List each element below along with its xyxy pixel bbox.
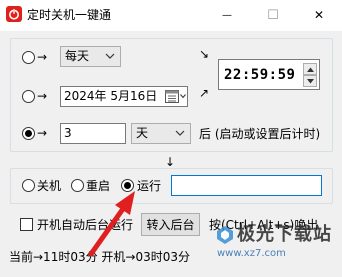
unit-dropdown-value: 天 [136, 126, 149, 140]
watermark-icon [217, 226, 233, 244]
watermark-url: www.xz7.com [217, 248, 286, 259]
chevron-down-icon [175, 130, 185, 136]
run-target-input[interactable] [171, 175, 322, 196]
countdown-value: 3 [64, 126, 72, 140]
repeat-dropdown-value: 每天 [65, 49, 90, 63]
annotation-arrow-icon [88, 191, 135, 257]
date-picker-value: 2024年 5月16日 [64, 89, 158, 103]
radio-date[interactable] [22, 90, 35, 103]
date-picker[interactable]: 2024年 5月16日 [60, 86, 188, 107]
shutdown-label: 关机 [37, 179, 62, 193]
radio-daily[interactable] [22, 51, 35, 64]
arrow-down: ↓ [165, 155, 176, 169]
autostart-checkbox[interactable] [20, 218, 33, 231]
caret-up-icon [307, 67, 314, 72]
radio-countdown[interactable] [22, 127, 35, 140]
close-icon: ✕ [313, 8, 325, 22]
watermark-name: 极光下载站 [237, 224, 332, 245]
time-picker[interactable]: 22:59:59 [218, 59, 320, 90]
countdown-suffix-label: 后 (启动或设置后计时) [199, 127, 321, 141]
radio-shutdown[interactable] [22, 179, 35, 192]
arrow-up-right: ↗ [199, 86, 210, 100]
arrow-down-right: ↘ [199, 47, 210, 61]
maximize-button[interactable]: ☐ [250, 0, 296, 30]
chevron-down-icon [180, 94, 186, 99]
minimize-icon: — [222, 9, 232, 21]
time-value: 22:59:59 [224, 67, 296, 83]
close-button[interactable]: ✕ [296, 0, 342, 30]
countdown-input[interactable]: 3 [60, 123, 126, 144]
chevron-down-icon [105, 53, 115, 59]
arrow-label: → [37, 126, 48, 140]
watermark-logo: 极光下载站 www.xz7.com [213, 224, 338, 268]
repeat-dropdown[interactable]: 每天 [60, 46, 121, 67]
unit-dropdown[interactable]: 天 [131, 123, 191, 144]
caret-down-icon [307, 79, 314, 84]
arrow-label: → [37, 50, 48, 64]
minimize-button[interactable]: — [204, 0, 250, 30]
window-title: 定时关机一键通 [27, 8, 112, 22]
arrow-label: → [37, 89, 48, 103]
power-icon [6, 6, 22, 22]
radio-restart[interactable] [71, 179, 84, 192]
title-bar: 定时关机一键通 — ☐ ✕ [0, 0, 342, 31]
calendar-icon[interactable] [165, 89, 179, 104]
maximize-icon: ☐ [267, 7, 279, 23]
time-spin-up[interactable] [303, 63, 317, 75]
time-spin-down[interactable] [303, 75, 317, 87]
to-background-button[interactable]: 转入后台 [141, 213, 200, 236]
